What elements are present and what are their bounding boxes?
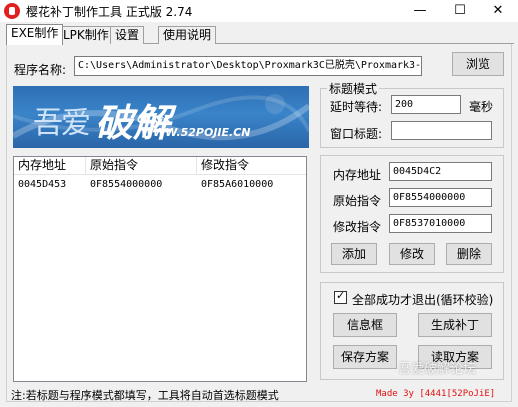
program-name-label: 程序名称: bbox=[14, 63, 67, 77]
modified-instruction-input[interactable]: 0F8537010000 bbox=[389, 214, 492, 233]
table-row[interactable]: 0045D453 0F8554000000 0F85A6010000 bbox=[14, 177, 306, 193]
modify-button[interactable]: 修改 bbox=[389, 243, 435, 265]
column-header-modified[interactable]: 修改指令 bbox=[197, 157, 306, 175]
watermark: 吾爱破解论坛 bbox=[398, 362, 477, 377]
add-button[interactable]: 添加 bbox=[331, 243, 377, 265]
delay-label: 延时等待: bbox=[330, 100, 383, 114]
save-scheme-button[interactable]: 保存方案 bbox=[333, 345, 397, 369]
credit-text: Made 3y [4441[52PoJiE] bbox=[376, 389, 496, 399]
status-note: 注:若标题与程序模式都填写，工具将自动首选标题模式 bbox=[11, 389, 279, 402]
patch-list[interactable]: 内存地址 原始指令 修改指令 0045D453 0F8554000000 0F8… bbox=[13, 156, 307, 382]
banner-crack-label: CRACK bbox=[137, 116, 172, 126]
exit-on-success-checkbox[interactable] bbox=[334, 289, 347, 304]
address-input[interactable]: 0045D4C2 bbox=[389, 162, 492, 181]
program-path-field[interactable]: C:\Users\Administrator\Desktop\Proxmark3… bbox=[74, 56, 422, 76]
browse-button[interactable]: 浏览 bbox=[452, 52, 504, 76]
delay-input[interactable]: 200 bbox=[391, 95, 461, 114]
tab-exe[interactable]: EXE制作 bbox=[6, 24, 64, 45]
tab-settings[interactable]: 设置 bbox=[110, 26, 145, 44]
close-button[interactable]: ✕ bbox=[478, 0, 518, 22]
window-title: 樱花补丁制作工具 正式版 2.74 bbox=[26, 5, 193, 19]
cell-original: 0F8554000000 bbox=[90, 179, 163, 190]
exit-on-success-label: 全部成功才退出(循环校验) bbox=[352, 293, 494, 307]
modified-instruction-label: 修改指令 bbox=[333, 220, 382, 234]
generate-patch-button[interactable]: 生成补丁 bbox=[418, 313, 492, 337]
cell-modified: 0F85A6010000 bbox=[201, 179, 274, 190]
cell-address: 0045D453 bbox=[18, 179, 67, 190]
column-header-original[interactable]: 原始指令 bbox=[86, 157, 197, 175]
app-icon bbox=[4, 3, 20, 19]
delay-unit: 毫秒 bbox=[469, 100, 494, 114]
maximize-button[interactable]: ☐ bbox=[440, 0, 480, 22]
tab-lpk[interactable]: LPK制作 bbox=[58, 26, 114, 44]
title-bar: 樱花补丁制作工具 正式版 2.74 — ☐ ✕ bbox=[0, 0, 518, 22]
patch-list-header: 内存地址 原始指令 修改指令 bbox=[14, 157, 306, 175]
banner-logo: 吾爱 破解 CRACK WWW.52POJIE.CN bbox=[13, 86, 309, 148]
window-title-input[interactable] bbox=[391, 121, 492, 140]
original-instruction-label: 原始指令 bbox=[333, 194, 382, 208]
address-label: 内存地址 bbox=[333, 168, 382, 182]
banner-url: WWW.52POJIE.CN bbox=[141, 126, 251, 139]
column-header-address[interactable]: 内存地址 bbox=[14, 157, 86, 175]
title-mode-group-title: 标题模式 bbox=[327, 80, 380, 97]
delete-button[interactable]: 删除 bbox=[446, 243, 492, 265]
tab-bar: EXE制作 LPK制作 设置 使用说明 bbox=[6, 24, 514, 45]
message-box-button[interactable]: 信息框 bbox=[333, 313, 397, 337]
minimize-button[interactable]: — bbox=[400, 0, 440, 22]
banner-text-main: 吾爱 bbox=[33, 106, 91, 141]
window-title-label: 窗口标题: bbox=[330, 127, 383, 141]
original-instruction-input[interactable]: 0F8554000000 bbox=[389, 188, 492, 207]
tab-instructions[interactable]: 使用说明 bbox=[158, 26, 217, 44]
